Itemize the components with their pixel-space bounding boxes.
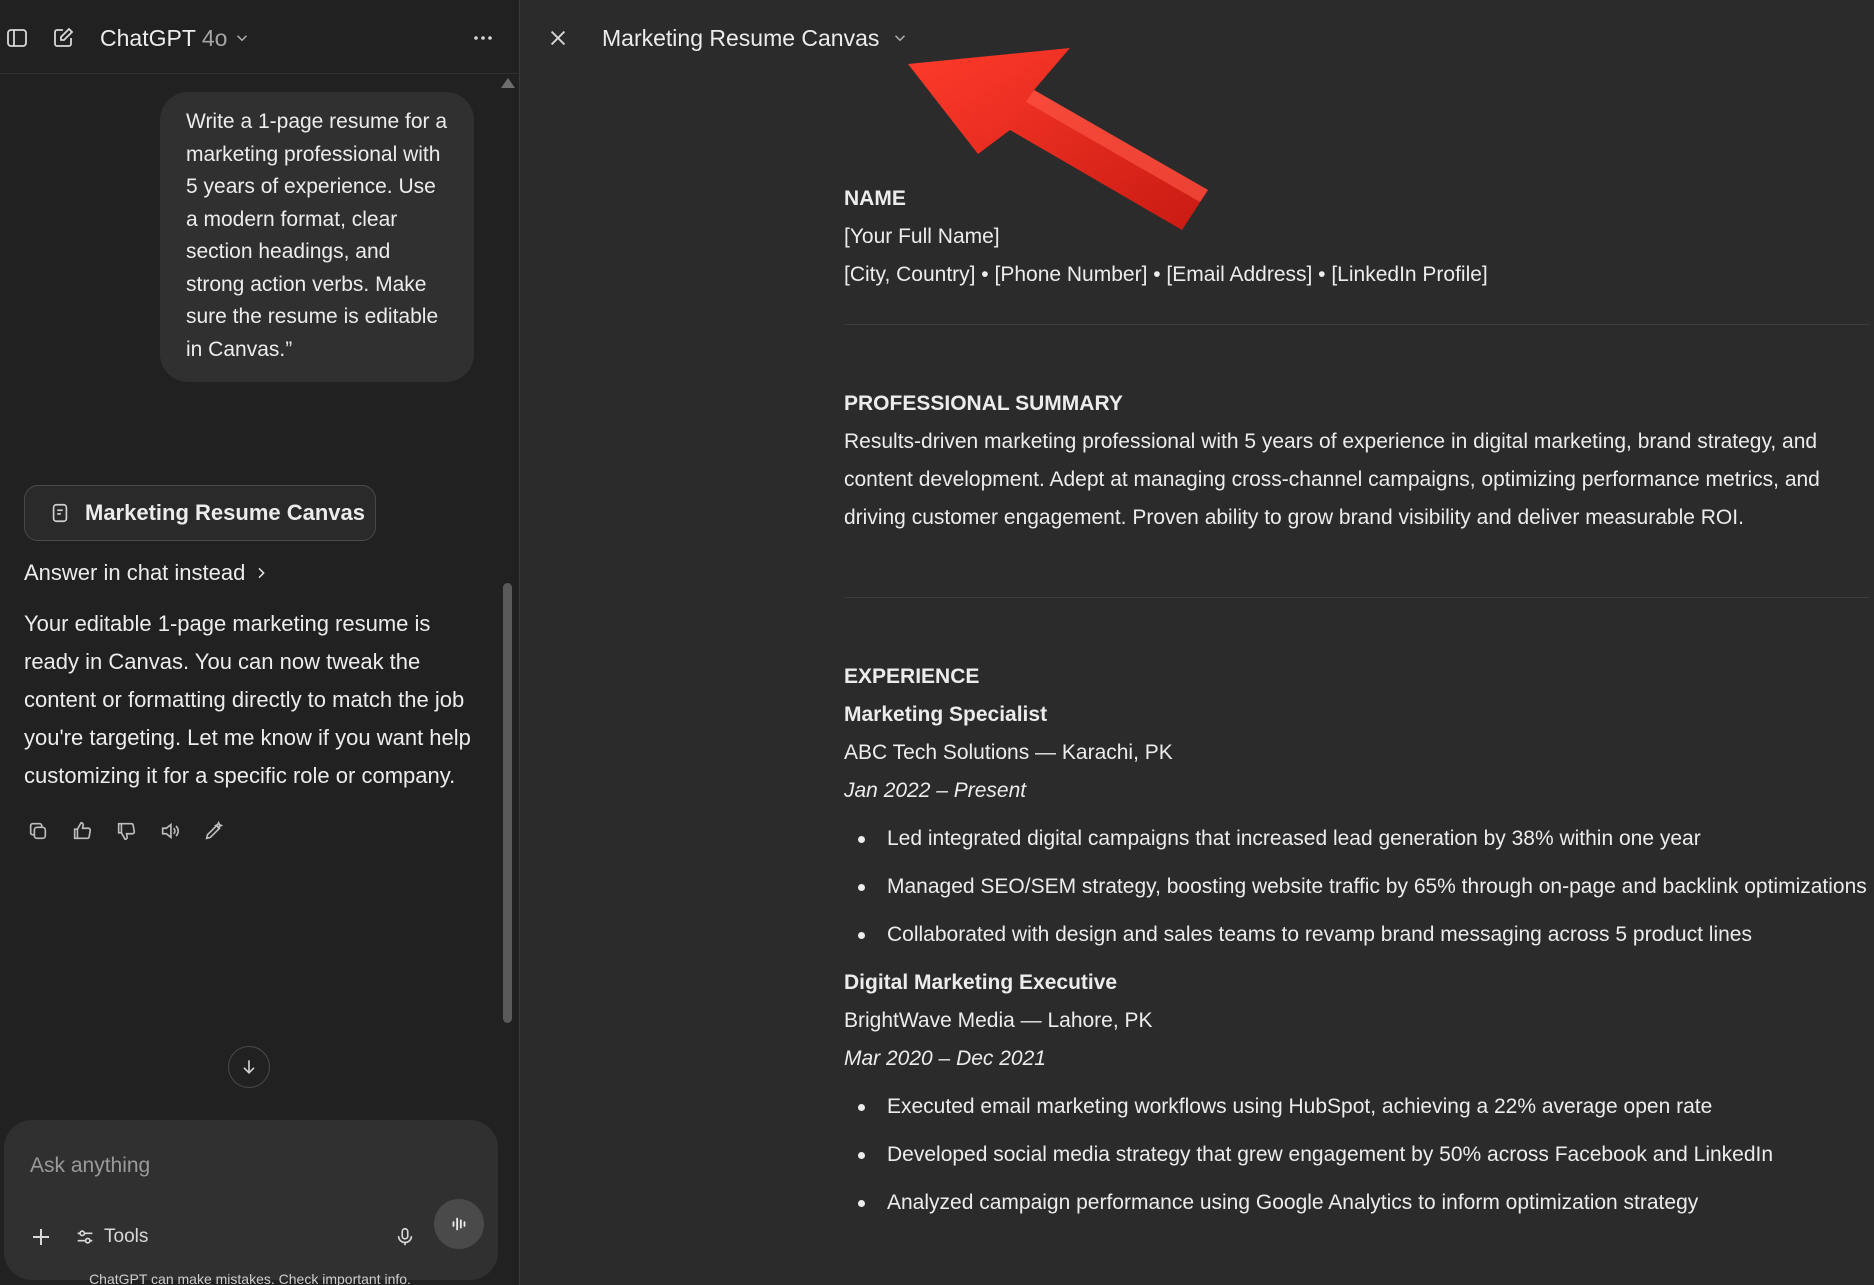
chat-header: ChatGPT 4o: [0, 0, 520, 74]
microphone-icon[interactable]: [388, 1220, 422, 1254]
plus-icon[interactable]: [24, 1220, 58, 1254]
more-options-icon[interactable]: [466, 21, 500, 55]
job-bullet: Developed social media strategy that gre…: [844, 1136, 1869, 1174]
voice-mode-button[interactable]: [434, 1199, 484, 1249]
job-title: Digital Marketing Executive: [844, 971, 1118, 994]
scrollbar-thumb[interactable]: [503, 583, 512, 1023]
voice-waveform-icon: [452, 1217, 466, 1231]
app-window: ChatGPT 4o Write a 1-page resume for a m…: [0, 0, 1874, 1285]
assistant-message: Your editable 1-page marketing resume is…: [24, 611, 471, 788]
sidebar-toggle-icon[interactable]: [0, 21, 34, 55]
copy-icon[interactable]: [22, 815, 54, 847]
canvas-title-dropdown[interactable]: Marketing Resume Canvas: [602, 18, 909, 58]
close-icon[interactable]: [541, 21, 575, 55]
job-bullet: Led integrated digital campaigns that in…: [844, 820, 1869, 858]
job-entry: Digital Marketing Executive BrightWave M…: [844, 964, 1869, 1222]
thumbs-down-icon[interactable]: [110, 815, 142, 847]
job-bullet: Analyzed campaign performance using Goog…: [844, 1184, 1869, 1222]
job-title: Marketing Specialist: [844, 703, 1048, 726]
resume-document[interactable]: NAME [Your Full Name] [City, Country] • …: [844, 180, 1869, 1232]
canvas-chip-label: Marketing Resume Canvas: [85, 500, 365, 525]
canvas-chip-button[interactable]: Marketing Resume Canvas: [24, 485, 376, 541]
new-chat-icon[interactable]: [46, 21, 80, 55]
job-bullets: Executed email marketing workflows using…: [844, 1088, 1869, 1222]
job-bullet: Collaborated with design and sales teams…: [844, 916, 1869, 954]
read-aloud-icon[interactable]: [154, 815, 186, 847]
model-name: ChatGPT: [100, 24, 196, 51]
chevron-down-icon: [237, 35, 248, 42]
disclaimer-text: ChatGPT can make mistakes. Check importa…: [89, 1271, 411, 1285]
job-bullets: Led integrated digital campaigns that in…: [844, 820, 1869, 954]
job-bullet: Executed email marketing workflows using…: [844, 1088, 1869, 1126]
canvas-pane: Marketing Resume Canvas NAME [Your Full …: [520, 0, 1874, 1285]
composer: Tools: [4, 1120, 498, 1280]
scroll-down-button[interactable]: [228, 1046, 270, 1088]
sliders-icon: [77, 1230, 93, 1244]
model-picker[interactable]: ChatGPT 4o: [100, 18, 251, 58]
chevron-right-icon: [258, 567, 266, 579]
job-company: ABC Tech Solutions — Karachi, PK: [844, 741, 1173, 764]
section-divider: [844, 324, 1869, 325]
chat-input[interactable]: [30, 1146, 470, 1186]
edit-icon[interactable]: [198, 815, 230, 847]
job-bullet: Managed SEO/SEM strategy, boosting websi…: [844, 868, 1869, 906]
scroll-up-arrow[interactable]: [501, 78, 515, 88]
document-icon: [52, 503, 68, 523]
contact-info: [City, Country] • [Phone Number] • [Emai…: [844, 263, 1488, 286]
canvas-title: Marketing Resume Canvas: [602, 24, 880, 51]
summary-text: Results-driven marketing professional wi…: [844, 430, 1820, 529]
job-dates: Jan 2022 – Present: [844, 779, 1027, 802]
job-entry: Marketing Specialist ABC Tech Solutions …: [844, 696, 1869, 954]
summary-heading: PROFESSIONAL SUMMARY: [844, 392, 1123, 415]
tools-label: Tools: [104, 1226, 149, 1247]
job-company: BrightWave Media — Lahore, PK: [844, 1009, 1153, 1032]
tools-button[interactable]: Tools: [74, 1220, 148, 1254]
answer-in-chat-link[interactable]: Answer in chat instead: [24, 560, 269, 586]
full-name: [Your Full Name]: [844, 225, 1000, 248]
experience-heading: EXPERIENCE: [844, 665, 980, 688]
answer-in-chat-label: Answer in chat instead: [24, 560, 246, 585]
job-dates: Mar 2020 – Dec 2021: [844, 1047, 1046, 1070]
arrow-down-icon: [243, 1060, 255, 1075]
user-message: Write a 1-page resume for a marketing pr…: [160, 92, 474, 382]
name-heading: NAME: [844, 187, 906, 210]
section-divider: [844, 597, 1869, 598]
message-actions: [22, 815, 230, 847]
thumbs-up-icon[interactable]: [66, 815, 98, 847]
chat-pane: ChatGPT 4o Write a 1-page resume for a m…: [0, 0, 520, 1285]
model-version: 4o: [201, 24, 228, 51]
